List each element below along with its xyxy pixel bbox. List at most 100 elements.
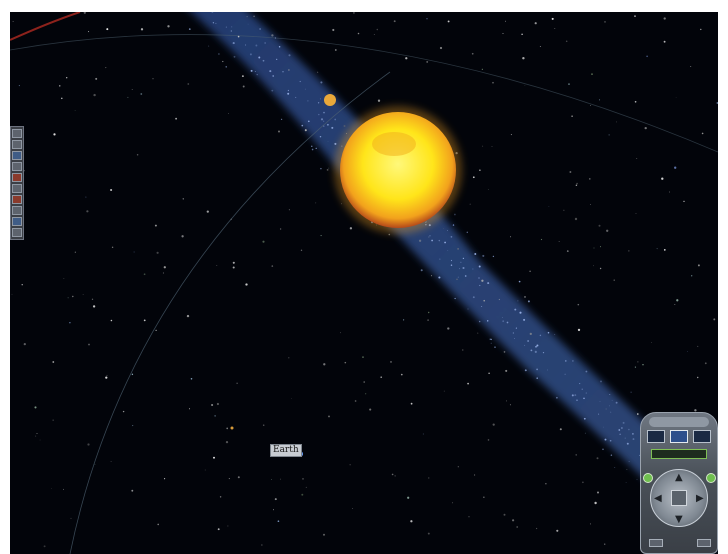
navigation-controller: ▲ ▼ ◀ ▶ [640, 412, 718, 554]
grid-icon[interactable] [12, 173, 22, 182]
right-arrow-icon[interactable]: ▶ [696, 494, 704, 504]
star-point [88, 31, 90, 33]
star-point [152, 78, 154, 80]
star-point [213, 456, 215, 459]
star-point [510, 236, 512, 238]
dial-center-button[interactable] [671, 490, 687, 506]
star-point [326, 169, 329, 171]
milky-way-star [604, 438, 607, 441]
help-icon[interactable] [12, 206, 22, 215]
star-point [242, 85, 245, 88]
milky-way-star [474, 253, 477, 255]
milky-way-star [287, 92, 290, 95]
milky-way-star [254, 71, 256, 73]
camera-icon[interactable] [12, 184, 22, 193]
star-point [39, 439, 41, 441]
star-point [82, 294, 84, 295]
milky-way-band [191, 12, 718, 552]
star-point [34, 406, 37, 409]
milky-way-star [622, 421, 625, 424]
star-point [426, 17, 428, 20]
milky-way-star [628, 461, 630, 462]
milky-way-star [486, 320, 489, 322]
milky-way-star [609, 439, 612, 442]
milky-way-star [264, 42, 266, 44]
milky-way-star [598, 413, 600, 415]
milky-way-star [514, 338, 515, 339]
star-point [241, 75, 244, 78]
star-point [204, 469, 206, 471]
menu-icon[interactable] [12, 228, 22, 237]
navigation-dial[interactable]: ▲ ▼ ◀ ▶ [650, 469, 708, 527]
milky-way-star [481, 305, 483, 308]
star-point [615, 121, 617, 123]
milky-way-star [271, 89, 274, 92]
star-point [253, 15, 255, 18]
star-point [427, 311, 430, 314]
earth-label[interactable]: Earth [270, 444, 302, 457]
view-button-solar[interactable] [647, 430, 665, 443]
controller-bottom-left-button[interactable] [649, 539, 663, 547]
view-button-sun[interactable] [670, 430, 688, 443]
star-point [410, 402, 413, 405]
star-point [110, 319, 113, 322]
controller-right-button[interactable] [706, 473, 716, 483]
star-point [111, 246, 114, 249]
star-point [545, 483, 547, 485]
sun[interactable] [334, 106, 462, 234]
star-point [188, 408, 191, 410]
controller-left-button[interactable] [643, 473, 653, 483]
star-point [577, 328, 581, 332]
close-icon[interactable] [12, 129, 22, 138]
controller-bottom-right-button[interactable] [697, 539, 711, 547]
milky-way-star [464, 275, 467, 277]
star-point [369, 408, 372, 411]
star-point [216, 265, 218, 266]
star-point [558, 240, 560, 242]
view-button-galaxy[interactable] [693, 430, 711, 443]
star-point [95, 77, 98, 80]
milky-way-star [621, 427, 623, 429]
star-icon[interactable] [12, 151, 22, 160]
star-point [262, 424, 265, 426]
milky-way-star [462, 257, 465, 260]
up-arrow-icon[interactable]: ▲ [675, 473, 683, 483]
star-point [589, 523, 591, 525]
milky-way-star [319, 98, 321, 100]
milky-way-star [212, 22, 215, 24]
milky-way-star [585, 392, 587, 394]
planet-icon[interactable] [12, 195, 22, 204]
star-point [122, 410, 125, 413]
star-point [140, 28, 144, 31]
star-point [92, 305, 96, 308]
milky-way-star [331, 126, 334, 129]
settings-icon[interactable] [12, 140, 22, 149]
star-points [11, 12, 718, 548]
starfield-canvas[interactable] [10, 12, 718, 554]
milky-way-star [614, 467, 616, 469]
star-point [230, 218, 232, 220]
left-arrow-icon[interactable]: ◀ [654, 494, 662, 504]
milky-way-star [619, 433, 621, 436]
star-point [637, 361, 639, 363]
milky-way-star [611, 400, 613, 402]
star-point [637, 413, 639, 415]
zoom-icon[interactable] [12, 162, 22, 171]
star-point [628, 250, 630, 252]
time-icon[interactable] [12, 217, 22, 226]
planet-venus[interactable] [324, 94, 336, 106]
star-point [262, 240, 265, 243]
star-point [245, 283, 248, 286]
milky-way-star [307, 100, 309, 102]
milky-way-star [459, 268, 461, 270]
star-point [11, 293, 13, 295]
space-viewport[interactable] [10, 12, 718, 554]
milky-way-star [225, 26, 227, 28]
milky-way-star [585, 370, 588, 373]
star-point [93, 93, 96, 97]
star-point [140, 93, 143, 95]
down-arrow-icon[interactable]: ▼ [675, 515, 683, 525]
milky-way-star [208, 45, 210, 47]
milky-way-star [625, 481, 627, 483]
star-point [669, 191, 670, 193]
